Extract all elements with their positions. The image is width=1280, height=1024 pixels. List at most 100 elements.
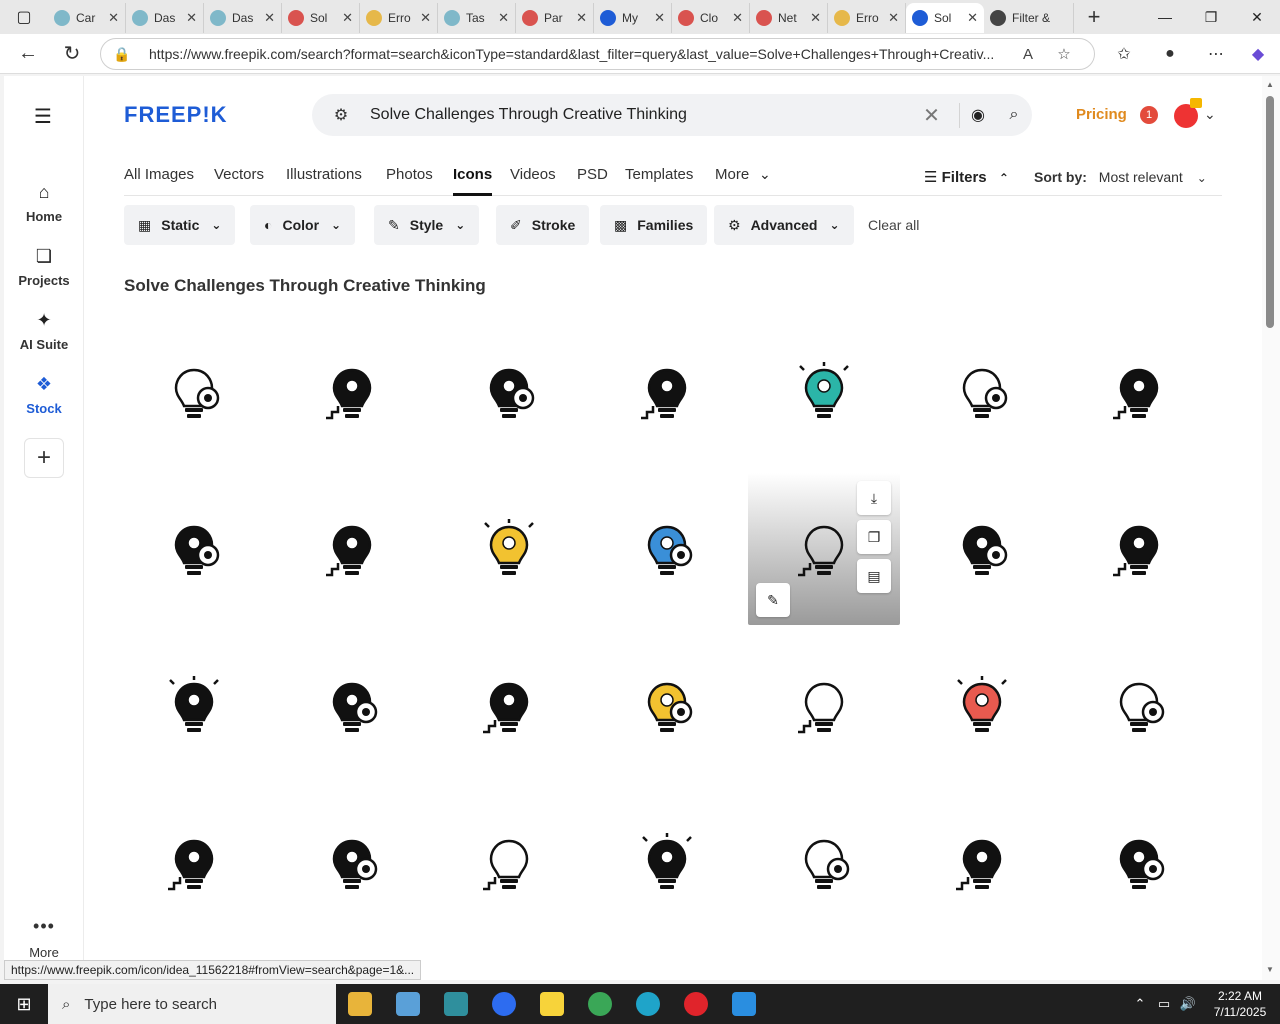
opera-icon[interactable] (672, 984, 720, 1024)
tab-all-images[interactable]: All Images (124, 166, 194, 196)
browser-tab[interactable]: Das ✕ (126, 3, 204, 33)
advanced-filter-button[interactable]: ⚙ Advanced ⌄ (714, 205, 854, 245)
chrome-icon[interactable] (576, 984, 624, 1024)
nav-stock[interactable]: ❖ Stock (4, 374, 84, 416)
icon-result[interactable] (748, 316, 900, 468)
filters-button[interactable]: ☰ Filters ⌃ (924, 168, 1009, 186)
scrollbar-thumb[interactable] (1266, 96, 1274, 328)
site-info-icon[interactable]: 🔒 (113, 46, 135, 63)
close-window-icon[interactable]: ✕ (1234, 0, 1280, 34)
save-to-collection-icon[interactable]: ▤ (857, 559, 891, 593)
download-icon[interactable]: ⤓ (857, 481, 891, 515)
browser-tab[interactable]: My ✕ (594, 3, 672, 33)
notification-badge[interactable]: 1 (1140, 106, 1158, 124)
browser-tab[interactable]: Tas ✕ (438, 3, 516, 33)
add-icon[interactable]: + (24, 438, 64, 478)
chevron-down-icon[interactable]: ⌄ (1204, 106, 1216, 123)
icon-result[interactable] (1063, 473, 1215, 625)
icon-result[interactable] (118, 787, 270, 939)
icon-result[interactable] (276, 316, 428, 468)
icon-result[interactable] (118, 316, 270, 468)
scroll-down-icon[interactable]: ▼ (1266, 965, 1274, 974)
icon-result[interactable] (906, 473, 1058, 625)
tab-videos[interactable]: Videos (510, 166, 556, 196)
style-filter-button[interactable]: ✎ Style ⌄ (374, 205, 480, 245)
icon-result[interactable] (1063, 787, 1215, 939)
icon-result[interactable] (748, 630, 900, 782)
search-type-icon[interactable]: ⚙ (312, 105, 370, 125)
file-explorer-icon[interactable] (336, 984, 384, 1024)
icon-result[interactable] (1063, 630, 1215, 782)
browser-tab[interactable]: Par ✕ (516, 3, 594, 33)
browser-tab[interactable]: Sol ✕ (282, 3, 360, 33)
settings-more-icon[interactable]: ⋯ (1198, 34, 1234, 74)
browser-tab[interactable]: Sol ✕ (906, 3, 984, 33)
browser-tab[interactable]: Net ✕ (750, 3, 828, 33)
close-tab-icon[interactable]: ✕ (967, 10, 978, 26)
tab-icons[interactable]: Icons (453, 166, 493, 196)
icon-result[interactable] (433, 473, 585, 625)
icon-result[interactable] (748, 787, 900, 939)
icon-result[interactable] (118, 630, 270, 782)
close-tab-icon[interactable]: ✕ (888, 10, 899, 26)
scroll-up-icon[interactable]: ▲ (1266, 80, 1274, 89)
sort-by[interactable]: Sort by: Most relevant ⌄ (1034, 169, 1207, 185)
favorite-star-icon[interactable]: ☆ (1046, 45, 1082, 63)
tab-photos[interactable]: Photos (386, 166, 433, 196)
icon-result[interactable] (276, 630, 428, 782)
browser-tab[interactable]: Filter & (984, 3, 1074, 33)
camera-search-icon[interactable]: ◉ (960, 105, 996, 125)
close-tab-icon[interactable]: ✕ (108, 10, 119, 26)
nav-more[interactable]: ••• More (4, 916, 84, 960)
profile-icon[interactable]: ● (1152, 34, 1188, 74)
close-tab-icon[interactable]: ✕ (186, 10, 197, 26)
close-tab-icon[interactable]: ✕ (498, 10, 509, 26)
page-scrollbar[interactable]: ▲ ▼ (1262, 76, 1280, 980)
close-tab-icon[interactable]: ✕ (654, 10, 665, 26)
app-icon[interactable] (432, 984, 480, 1024)
families-filter-button[interactable]: ▩ Families (600, 205, 708, 245)
hamburger-menu-icon[interactable]: ☰ (34, 104, 52, 129)
browser-tab[interactable]: Das ✕ (204, 3, 282, 33)
new-tab-button[interactable]: + (1074, 4, 1114, 30)
clear-all-link[interactable]: Clear all (868, 217, 919, 233)
icon-result[interactable] (433, 316, 585, 468)
vscode-icon[interactable] (720, 984, 768, 1024)
icon-result[interactable] (118, 473, 270, 625)
copy-icon[interactable]: ❐ (857, 520, 891, 554)
browser-tab[interactable]: Erro ✕ (360, 3, 438, 33)
icon-result[interactable] (906, 316, 1058, 468)
zoom-icon[interactable] (480, 984, 528, 1024)
search-input[interactable] (370, 106, 904, 124)
icon-result[interactable] (591, 316, 743, 468)
browser-tab[interactable]: Clo ✕ (672, 3, 750, 33)
icon-result[interactable] (591, 630, 743, 782)
icon-result[interactable]: ⤓ ❐ ▤ ✎ (748, 473, 900, 625)
close-tab-icon[interactable]: ✕ (264, 10, 275, 26)
static-filter-button[interactable]: ▦ Static ⌄ (124, 205, 236, 245)
taskbar-clock[interactable]: 2:22 AM 7/11/2025 (1200, 988, 1280, 1020)
close-tab-icon[interactable]: ✕ (342, 10, 353, 26)
icon-result[interactable] (591, 787, 743, 939)
tab-illustrations[interactable]: Illustrations (286, 166, 362, 196)
icon-result[interactable] (276, 787, 428, 939)
pricing-link[interactable]: Pricing (1076, 106, 1127, 123)
search-icon[interactable]: ⌕ (996, 106, 1032, 124)
browser-tab[interactable]: Car ✕ (48, 3, 126, 33)
icon-result[interactable] (906, 630, 1058, 782)
icon-result[interactable] (433, 787, 585, 939)
stroke-filter-button[interactable]: ✐ Stroke (496, 205, 590, 245)
close-tab-icon[interactable]: ✕ (810, 10, 821, 26)
icon-result[interactable] (433, 630, 585, 782)
volume-icon[interactable]: 🔊 (1176, 996, 1200, 1012)
nav-projects[interactable]: ❏ Projects (4, 246, 84, 288)
icon-result[interactable] (591, 473, 743, 625)
icon-result[interactable] (1063, 316, 1215, 468)
copilot-icon[interactable]: ◆ (1240, 34, 1276, 74)
close-tab-icon[interactable]: ✕ (576, 10, 587, 26)
clear-search-icon[interactable]: ✕ (904, 102, 960, 128)
restore-icon[interactable]: ❐ (1188, 0, 1234, 34)
favorites-icon[interactable]: ✩ (1106, 34, 1142, 74)
tab-actions-menu-icon[interactable]: ▢ (0, 0, 48, 34)
freepik-logo[interactable]: FREEP!K (124, 102, 228, 128)
